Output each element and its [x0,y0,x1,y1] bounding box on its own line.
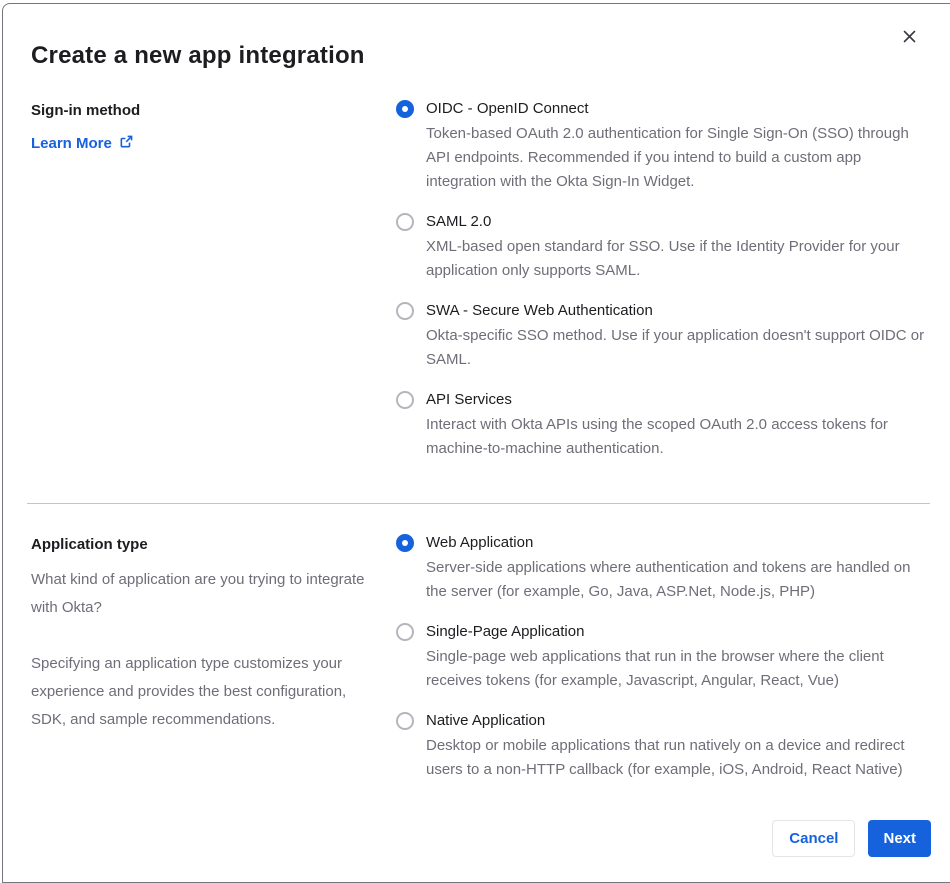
radio-option-saml: SAML 2.0 XML-based open standard for SSO… [396,211,950,283]
radio-button-web-application[interactable] [396,534,414,552]
radio-option-native-application: Native Application Desktop or mobile app… [396,710,950,782]
radio-option-label[interactable]: API Services [426,389,934,411]
radio-option-single-page-application: Single-Page Application Single-page web … [396,621,950,693]
sign-in-method-options: OIDC - OpenID Connect Token-based OAuth … [396,98,950,461]
application-type-helper-1: What kind of application are you trying … [31,571,365,616]
section-divider [27,503,930,504]
radio-option-web-application: Web Application Server-side applications… [396,532,950,604]
learn-more-link[interactable]: Learn More [31,134,134,153]
radio-option-label[interactable]: Native Application [426,710,934,732]
radio-option-api-services: API Services Interact with Okta APIs usi… [396,389,950,461]
application-type-options: Web Application Server-side applications… [396,532,950,782]
cancel-button[interactable]: Cancel [772,820,856,857]
radio-option-description: Token-based OAuth 2.0 authentication for… [426,125,909,190]
radio-option-description: Interact with Okta APIs using the scoped… [426,416,888,457]
application-type-label: Application type [31,536,148,553]
radio-option-description: Desktop or mobile applications that run … [426,737,905,778]
close-icon [902,29,917,44]
radio-option-description: XML-based open standard for SSO. Use if … [426,238,900,279]
radio-button-native-application[interactable] [396,712,414,730]
radio-option-swa: SWA - Secure Web Authentication Okta-spe… [396,300,950,372]
radio-option-description: Single-page web applications that run in… [426,648,884,689]
next-button[interactable]: Next [868,820,931,857]
radio-button-single-page-application[interactable] [396,623,414,641]
radio-button-saml[interactable] [396,213,414,231]
section-sign-in-method: Sign-in method Learn More OIDC - OpenID … [31,100,950,461]
sign-in-method-label: Sign-in method [31,102,141,119]
radio-button-oidc[interactable] [396,100,414,118]
dialog-footer: Cancel Next [28,820,931,857]
radio-option-oidc: OIDC - OpenID Connect Token-based OAuth … [396,98,950,194]
radio-option-label[interactable]: Single-Page Application [426,621,934,643]
radio-option-description: Okta-specific SSO method. Use if your ap… [426,327,925,368]
close-button[interactable] [897,24,921,48]
sign-in-method-left-column: Sign-in method Learn More [31,100,374,461]
section-application-type: Application type What kind of applicatio… [31,534,950,782]
application-type-helper-2: Specifying an application type customize… [31,655,347,728]
radio-option-label[interactable]: SAML 2.0 [426,211,934,233]
learn-more-label: Learn More [31,135,112,152]
create-app-integration-dialog: Create a new app integration Sign-in met… [2,3,950,883]
radio-button-api-services[interactable] [396,391,414,409]
radio-button-swa[interactable] [396,302,414,320]
dialog-title: Create a new app integration [31,42,365,69]
external-link-icon [119,134,134,153]
radio-option-description: Server-side applications where authentic… [426,559,911,600]
application-type-left-column: Application type What kind of applicatio… [31,534,374,782]
radio-option-label[interactable]: OIDC - OpenID Connect [426,98,934,120]
radio-option-label[interactable]: SWA - Secure Web Authentication [426,300,934,322]
radio-option-label[interactable]: Web Application [426,532,934,554]
